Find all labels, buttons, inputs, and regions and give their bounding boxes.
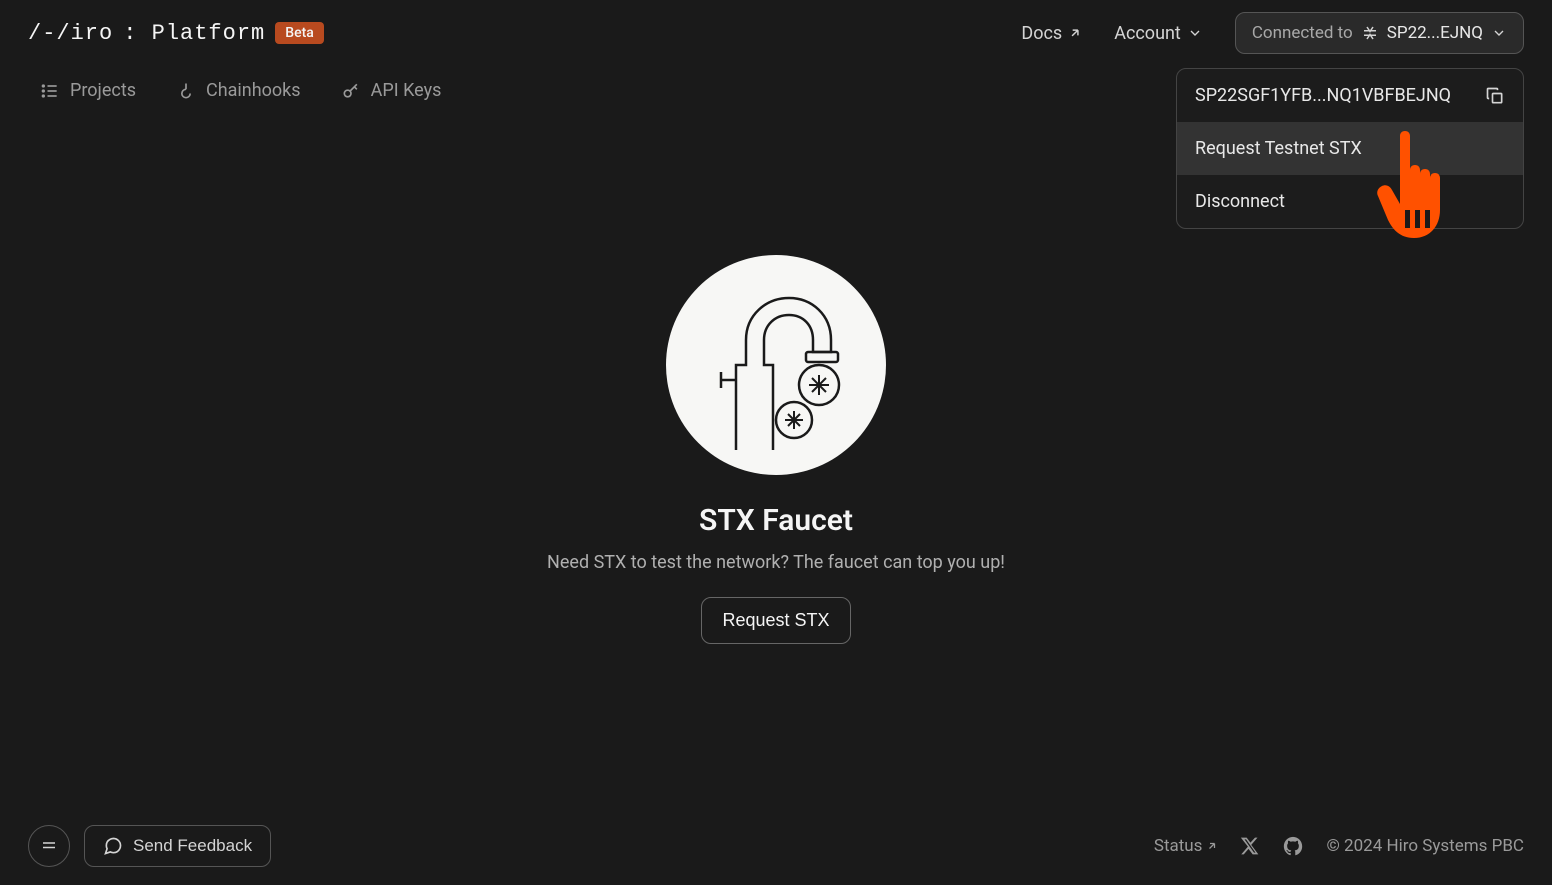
- status-label: Status: [1154, 836, 1203, 856]
- connected-label: Connected to: [1252, 23, 1353, 43]
- disconnect-item[interactable]: Disconnect: [1177, 175, 1523, 228]
- feedback-label: Send Feedback: [133, 836, 252, 856]
- header-right: Docs Account Connected to SP22...EJNQ: [1021, 12, 1524, 54]
- request-stx-label: Request STX: [722, 610, 829, 630]
- menu-lines-icon: [40, 837, 58, 855]
- chevron-down-icon: [1187, 25, 1203, 41]
- footer: Send Feedback Status © 2024 Hiro Systems…: [0, 807, 1552, 885]
- wallet-short-address: SP22...EJNQ: [1387, 23, 1483, 43]
- faucet-illustration: [666, 255, 886, 475]
- copyright-text: © 2024 Hiro Systems PBC: [1326, 836, 1524, 856]
- request-testnet-item[interactable]: Request Testnet STX: [1177, 122, 1523, 175]
- list-icon: [40, 81, 60, 101]
- github-icon[interactable]: [1282, 835, 1304, 857]
- x-twitter-icon[interactable]: [1240, 836, 1260, 856]
- disconnect-label: Disconnect: [1195, 191, 1285, 212]
- beta-badge: Beta: [275, 22, 324, 44]
- tab-projects-label: Projects: [70, 80, 136, 101]
- page-subtitle: Need STX to test the network? The faucet…: [547, 552, 1005, 573]
- tab-chainhooks-label: Chainhooks: [206, 80, 301, 101]
- tab-chainhooks[interactable]: Chainhooks: [176, 80, 301, 101]
- chevron-down-icon: [1491, 25, 1507, 41]
- logo-text-prefix: /-/iro: [28, 21, 113, 46]
- menu-round-button[interactable]: [28, 825, 70, 867]
- tab-api-keys-label: API Keys: [371, 80, 442, 101]
- wallet-full-address: SP22SGF1YFB...NQ1VBFBEJNQ: [1195, 85, 1451, 106]
- send-feedback-button[interactable]: Send Feedback: [84, 825, 271, 867]
- footer-left: Send Feedback: [28, 825, 271, 867]
- tab-api-keys[interactable]: API Keys: [341, 80, 442, 101]
- docs-label: Docs: [1021, 23, 1062, 44]
- wallet-address-row: SP22SGF1YFB...NQ1VBFBEJNQ: [1177, 69, 1523, 122]
- logo[interactable]: /-/iro : Platform Beta: [28, 21, 324, 46]
- footer-right: Status © 2024 Hiro Systems PBC: [1154, 835, 1524, 857]
- key-icon: [341, 81, 361, 101]
- pointer-hand-icon: [1376, 130, 1452, 244]
- chat-icon: [103, 836, 123, 856]
- copy-icon[interactable]: [1485, 86, 1505, 106]
- account-label: Account: [1114, 23, 1181, 44]
- logo-text-suffix: : Platform: [123, 21, 265, 46]
- account-menu[interactable]: Account: [1114, 23, 1203, 44]
- page-title: STX Faucet: [699, 503, 853, 538]
- external-link-icon: [1206, 840, 1218, 852]
- wallet-connected-button[interactable]: Connected to SP22...EJNQ: [1235, 12, 1524, 54]
- wallet-dropdown: SP22SGF1YFB...NQ1VBFBEJNQ Request Testne…: [1176, 68, 1524, 229]
- stacks-icon: [1361, 24, 1379, 42]
- request-testnet-label: Request Testnet STX: [1195, 138, 1362, 159]
- hook-icon: [176, 81, 196, 101]
- tab-projects[interactable]: Projects: [40, 80, 136, 101]
- header: /-/iro : Platform Beta Docs Account Conn…: [0, 0, 1552, 66]
- docs-link[interactable]: Docs: [1021, 23, 1082, 44]
- external-link-icon: [1068, 26, 1082, 40]
- request-stx-button[interactable]: Request STX: [701, 597, 850, 644]
- status-link[interactable]: Status: [1154, 836, 1219, 856]
